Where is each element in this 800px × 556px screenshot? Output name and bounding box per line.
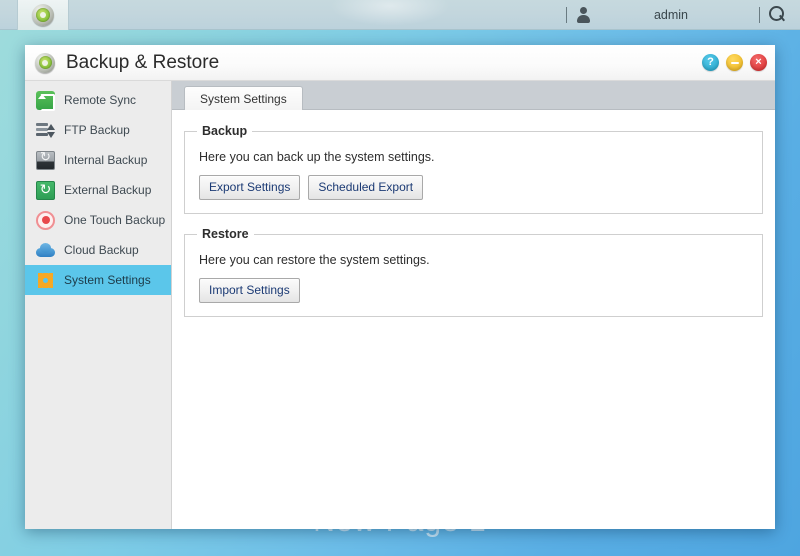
sidebar-item-ftp-backup[interactable]: FTP Backup	[25, 115, 171, 145]
disc-icon	[35, 52, 55, 73]
import-settings-button[interactable]: Import Settings	[199, 278, 300, 303]
export-settings-button[interactable]: Export Settings	[199, 175, 301, 200]
backup-section-legend: Backup	[202, 124, 248, 138]
sidebar-item-one-touch-backup[interactable]: One Touch Backup	[25, 205, 171, 235]
window-titlebar: Backup & Restore ? ×	[25, 45, 775, 81]
ftp-backup-icon	[36, 121, 55, 140]
help-icon: ?	[707, 55, 714, 68]
window-controls: ? ×	[702, 54, 767, 71]
tab-label: System Settings	[200, 91, 287, 106]
settings-panel: Backup Here you can back up the system s…	[172, 110, 775, 529]
sidebar-item-label: Remote Sync	[64, 93, 137, 107]
sidebar-item-label: Internal Backup	[64, 153, 148, 167]
search-icon[interactable]	[769, 6, 786, 23]
one-touch-icon	[36, 210, 55, 230]
tab-system-settings[interactable]: System Settings	[184, 86, 303, 110]
sidebar-item-system-settings[interactable]: System Settings	[25, 265, 171, 295]
sidebar-item-label: One Touch Backup	[64, 213, 166, 227]
disc-icon	[32, 3, 54, 26]
sidebar-item-external-backup[interactable]: External Backup	[25, 175, 171, 205]
sidebar-item-label: FTP Backup	[64, 123, 130, 137]
sidebar-item-label: System Settings	[64, 273, 151, 287]
topbar-glow	[330, 0, 450, 26]
backup-button-row: Export Settings Scheduled Export	[199, 175, 750, 200]
restore-section: Restore Here you can restore the system …	[184, 227, 763, 317]
sidebar-item-remote-sync[interactable]: Remote Sync	[25, 85, 171, 115]
help-button[interactable]: ?	[702, 54, 719, 71]
system-topbar: admin	[0, 0, 800, 30]
topbar-right-group: admin	[557, 0, 800, 30]
remote-sync-icon	[36, 90, 55, 111]
minimize-button[interactable]	[726, 54, 743, 71]
close-icon: ×	[755, 55, 762, 68]
topbar-app-button[interactable]	[17, 0, 69, 30]
sidebar: Remote Sync FTP Backup Internal Backup E…	[25, 81, 172, 529]
backup-restore-window: Backup & Restore ? × Remote Sync FTP Bac…	[25, 45, 775, 529]
user-icon[interactable]	[576, 6, 590, 24]
external-drive-icon	[36, 180, 55, 200]
internal-drive-icon	[36, 149, 55, 170]
sidebar-item-label: External Backup	[64, 183, 152, 197]
close-button[interactable]: ×	[750, 54, 767, 71]
restore-section-legend: Restore	[202, 227, 249, 241]
tabstrip: System Settings	[172, 81, 775, 110]
sidebar-item-label: Cloud Backup	[64, 243, 139, 257]
content-area: System Settings Backup Here you can back…	[172, 81, 775, 529]
topbar-separator	[759, 6, 760, 23]
minimize-icon	[730, 61, 739, 64]
window-title: Backup & Restore	[66, 51, 220, 73]
restore-description: Here you can restore the system settings…	[199, 253, 430, 267]
restore-button-row: Import Settings	[199, 278, 750, 303]
scheduled-export-button[interactable]: Scheduled Export	[308, 175, 424, 200]
backup-description: Here you can back up the system settings…	[199, 150, 435, 164]
gear-icon	[36, 270, 55, 290]
window-body: Remote Sync FTP Backup Internal Backup E…	[25, 81, 775, 529]
topbar-username: admin	[653, 7, 688, 22]
sidebar-item-cloud-backup[interactable]: Cloud Backup	[25, 235, 171, 265]
backup-section: Backup Here you can back up the system s…	[184, 124, 763, 214]
sidebar-item-internal-backup[interactable]: Internal Backup	[25, 145, 171, 175]
cloud-icon	[36, 241, 55, 260]
topbar-separator	[565, 6, 567, 23]
